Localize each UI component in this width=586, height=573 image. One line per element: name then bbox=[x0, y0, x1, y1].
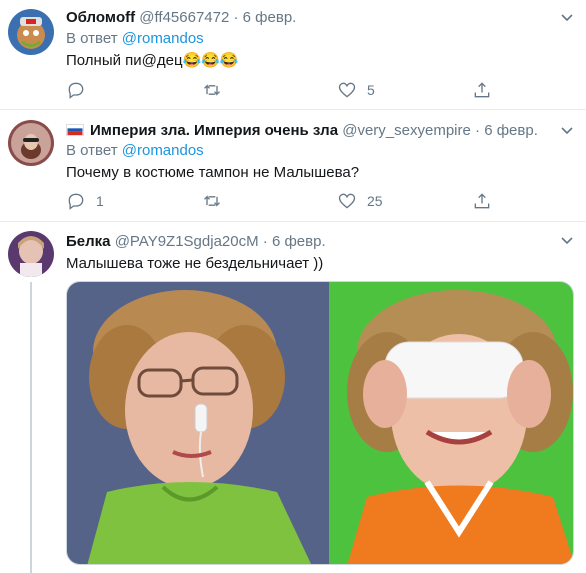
reply-prefix: В ответ bbox=[66, 30, 118, 47]
reply-mention[interactable]: @romandos bbox=[122, 30, 204, 47]
heart-icon bbox=[338, 82, 356, 98]
avatar[interactable] bbox=[8, 120, 54, 166]
tweet-text: Полный пи@дец😂😂😂 bbox=[66, 52, 239, 69]
tweet-photo[interactable] bbox=[66, 281, 574, 565]
retweet-icon bbox=[204, 195, 220, 207]
share-icon bbox=[474, 193, 490, 209]
separator: · bbox=[233, 9, 239, 26]
author-handle[interactable]: @ff45667472 bbox=[139, 9, 229, 26]
author-handle[interactable]: @very_sexyempire bbox=[342, 122, 471, 139]
like-count: 5 bbox=[367, 82, 375, 98]
like-button[interactable]: 5 bbox=[337, 80, 375, 100]
russia-flag-icon bbox=[66, 124, 84, 136]
reply-count: 1 bbox=[96, 193, 104, 209]
reply-button[interactable]: 1 bbox=[66, 191, 104, 211]
reply-button[interactable] bbox=[66, 80, 96, 100]
avatar[interactable] bbox=[8, 9, 54, 55]
chevron-down-icon[interactable] bbox=[560, 124, 574, 138]
author-name[interactable]: Империя зла. Империя очень зла bbox=[90, 122, 338, 139]
tweet-date[interactable]: 6 февр. bbox=[272, 233, 326, 250]
author-name[interactable]: Белка bbox=[66, 233, 111, 250]
retweet-button[interactable] bbox=[202, 191, 222, 211]
chevron-down-icon[interactable] bbox=[560, 11, 574, 25]
tweet-1[interactable]: Обломoff @ff45667472 · 6 февр. В ответ @… bbox=[0, 0, 586, 110]
like-count: 25 bbox=[367, 193, 383, 209]
like-button[interactable]: 25 bbox=[337, 191, 383, 211]
reply-icon bbox=[68, 82, 84, 99]
tweet-text: Малышева тоже не бездельничает )) bbox=[66, 255, 324, 272]
tweet-date[interactable]: 6 февр. bbox=[243, 9, 297, 26]
reply-prefix: В ответ bbox=[66, 142, 118, 159]
reply-mention[interactable]: @romandos bbox=[122, 142, 204, 159]
thread-line bbox=[30, 282, 32, 573]
author-handle[interactable]: @PAY9Z1Sgdja20cM bbox=[115, 233, 259, 250]
share-icon bbox=[474, 82, 490, 98]
retweet-button[interactable] bbox=[202, 80, 222, 100]
tweet-text: Почему в костюме тампон не Малышева? bbox=[66, 164, 360, 181]
photo-collage bbox=[67, 282, 573, 564]
avatar[interactable] bbox=[8, 231, 54, 277]
chevron-down-icon[interactable] bbox=[560, 234, 574, 248]
heart-icon bbox=[338, 193, 356, 209]
retweet-icon bbox=[204, 84, 220, 96]
share-button[interactable] bbox=[472, 80, 492, 100]
reply-icon bbox=[68, 193, 84, 210]
share-button[interactable] bbox=[472, 191, 492, 211]
author-name[interactable]: Обломoff bbox=[66, 9, 135, 26]
tweet-2[interactable]: Империя зла. Империя очень зла @very_sex… bbox=[0, 110, 586, 222]
tweet-date[interactable]: 6 февр. bbox=[484, 122, 538, 139]
separator: · bbox=[475, 122, 481, 139]
separator: · bbox=[262, 233, 268, 250]
